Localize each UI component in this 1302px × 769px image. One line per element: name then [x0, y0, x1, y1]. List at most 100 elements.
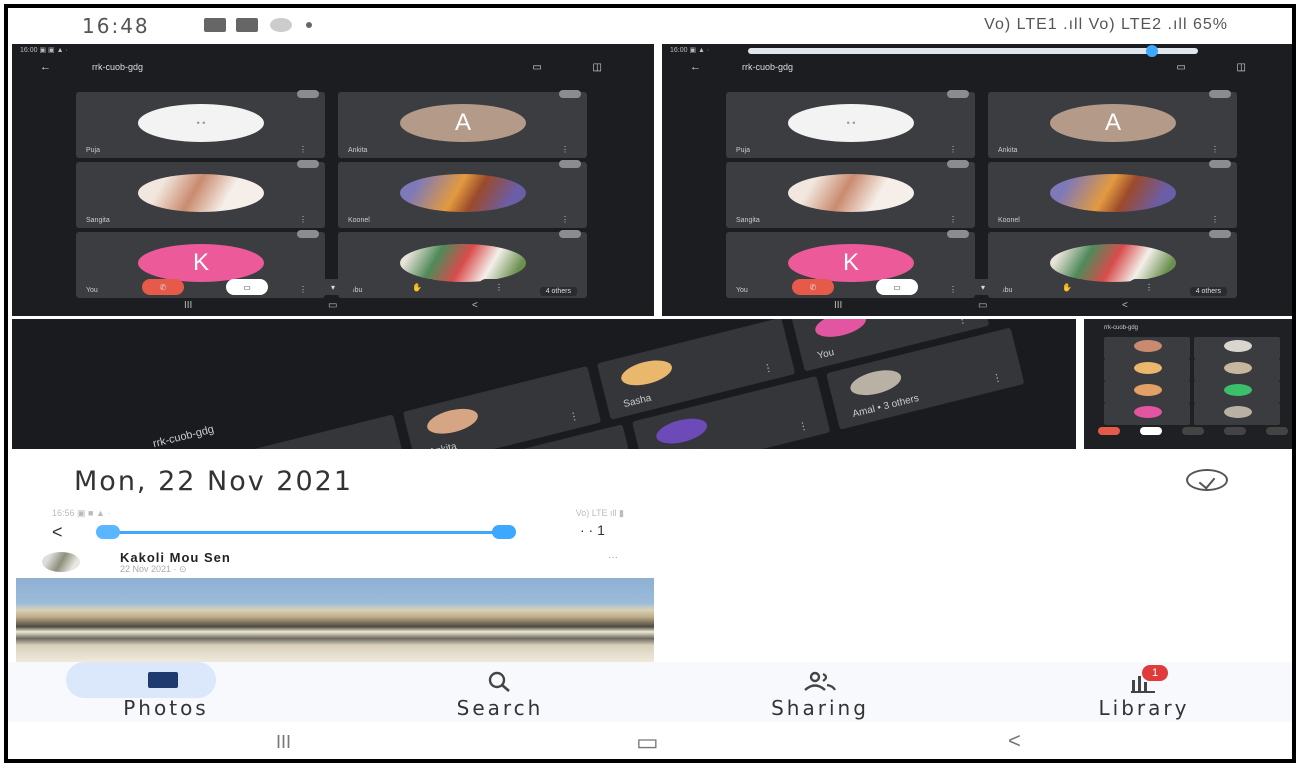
meeting-code: rrk-cuob-gdg	[92, 62, 144, 72]
meet-toolbar-icons[interactable]: ▭ ◫	[1176, 62, 1270, 73]
meet-toolbar-icons[interactable]: ▭ ◫	[532, 62, 626, 73]
mic-status-icon	[297, 230, 319, 238]
tile-menu-icon[interactable]: ⋮	[956, 319, 968, 327]
raise-hand-button[interactable]: ✋	[396, 279, 438, 295]
select-check-icon[interactable]	[1186, 469, 1228, 491]
end-call-button[interactable]: ✆	[142, 279, 184, 295]
raise-hand-button[interactable]: ✋	[1046, 279, 1088, 295]
more-options-icon: ···	[608, 552, 618, 563]
avatar	[138, 174, 264, 212]
participant-tile[interactable]: Puja⋮	[208, 414, 408, 449]
participant-tile[interactable]: • • Puja ⋮	[726, 90, 975, 158]
avatar	[653, 414, 710, 449]
avatar	[1050, 244, 1176, 282]
mic-status-icon	[297, 160, 319, 168]
seek-bar[interactable]	[748, 45, 1198, 57]
thumb-progress-track	[108, 531, 504, 534]
mic-status-icon	[1209, 90, 1231, 98]
tile-menu-icon[interactable]: ⋮	[762, 362, 774, 375]
meet-sys-nav: III ▭ <	[834, 300, 1128, 311]
meeting-code: rrk-cuob-gdg	[742, 62, 794, 72]
avatar	[400, 174, 526, 212]
mic-status-icon	[947, 160, 969, 168]
participant-tile[interactable]: • • Puja ⋮	[76, 90, 325, 158]
post-author: Kakoli Mou Sen	[120, 550, 231, 565]
recent-apps-button[interactable]: III	[276, 732, 291, 753]
notification-icon	[270, 18, 292, 32]
back-button[interactable]: <	[1008, 728, 1021, 754]
mic-button[interactable]: ▾	[312, 279, 354, 295]
tab-photos[interactable]: Photos	[66, 662, 266, 722]
tab-sharing-label: Sharing	[771, 696, 869, 720]
tile-menu-icon[interactable]: ⋮	[299, 145, 307, 154]
participant-name: Koonel	[998, 217, 1020, 224]
status-time: 16:48	[82, 14, 150, 38]
mini-participant-tile	[1104, 403, 1190, 425]
participant-name: Ankita	[428, 441, 458, 449]
thumb-progress-end	[492, 525, 516, 539]
mini-participant-tile	[1104, 359, 1190, 381]
more-button[interactable]: ⋮	[478, 279, 520, 295]
tile-menu-icon[interactable]: ⋮	[568, 411, 580, 424]
tile-menu-icon[interactable]: ⋮	[949, 145, 957, 154]
thumb-status-left: 16:56 ▣ ■ ▲ ·	[52, 508, 111, 518]
participant-name: Sasha	[622, 392, 653, 411]
meet-sys-nav: III ▭ <	[184, 300, 478, 311]
meet-screenshot-mini: rrk-cuob-gdg	[1084, 319, 1292, 449]
camera-button[interactable]: ▭	[876, 279, 918, 295]
participant-tile[interactable]: Sangita ⋮	[76, 160, 325, 228]
mic-status-icon	[1209, 230, 1231, 238]
avatar: • •	[788, 104, 914, 142]
participant-tile[interactable]: Sangita ⋮	[726, 160, 975, 228]
tile-menu-icon[interactable]: ⋮	[1211, 215, 1219, 224]
mic-status-icon	[559, 230, 581, 238]
mic-status-icon	[947, 90, 969, 98]
thumb-progress-start	[96, 525, 120, 539]
mini-participant-tile	[1104, 337, 1190, 359]
tab-search[interactable]: Search	[400, 662, 600, 722]
tile-menu-icon[interactable]: ⋮	[797, 420, 809, 433]
post-date: 22 Nov 2021 · ⊙	[120, 564, 187, 574]
back-arrow-icon[interactable]: ←	[690, 61, 701, 73]
more-button[interactable]: ⋮	[1128, 279, 1170, 295]
back-arrow-icon[interactable]: ←	[40, 61, 51, 73]
bottom-navigation: Photos Search Sharing Library	[8, 662, 1292, 722]
meet-controls: ✆ ▭ ▾ ✋ ⋮	[12, 279, 654, 297]
participant-tile[interactable]: A Ankita ⋮	[338, 90, 587, 158]
mic-status-icon	[559, 90, 581, 98]
avatar: A	[400, 104, 526, 142]
participant-tile[interactable]: A Ankita ⋮	[988, 90, 1237, 158]
gallery-icon	[204, 18, 226, 32]
mic-status-icon	[559, 160, 581, 168]
mic-button[interactable]: ▾	[962, 279, 1004, 295]
mic-status-icon	[1209, 160, 1231, 168]
thumb-status-right: Vo) LTE ıll ▮	[575, 508, 624, 518]
status-bar: 16:48 Vo) LTE1 .ıll Vo) LTE2 .ıll 65%	[8, 8, 1292, 44]
tile-menu-icon[interactable]: ⋮	[561, 145, 569, 154]
thumb-back-icon: <	[52, 522, 63, 542]
tile-menu-icon[interactable]: ⋮	[299, 215, 307, 224]
tile-menu-icon[interactable]: ⋮	[991, 372, 1003, 385]
avatar	[42, 552, 80, 572]
tile-menu-icon[interactable]: ⋮	[561, 215, 569, 224]
mic-status-icon	[947, 230, 969, 238]
search-icon	[488, 671, 510, 692]
avatar: K	[788, 244, 914, 282]
avatar	[812, 319, 869, 342]
avatar	[1050, 174, 1176, 212]
photo-thumbnail[interactable]: 16:56 ▣ ■ ▲ · Vo) LTE ıll ▮ < · · 1 Kako…	[16, 502, 654, 662]
camera-button[interactable]: ▭	[226, 279, 268, 295]
tile-menu-icon[interactable]: ⋮	[1211, 145, 1219, 154]
date-heading: Mon, 22 Nov 2021	[74, 466, 354, 497]
avatar	[400, 244, 526, 282]
participant-tile[interactable]: Koonel ⋮	[988, 160, 1237, 228]
meet-status-bar: 16:00 ▣ ▣ ▲ ·	[20, 47, 68, 54]
participant-tile[interactable]: Koonel ⋮	[338, 160, 587, 228]
home-button[interactable]: ▭	[636, 728, 659, 757]
library-badge: 1	[1142, 665, 1168, 681]
tile-menu-icon[interactable]: ⋮	[949, 215, 957, 224]
end-call-button[interactable]: ✆	[792, 279, 834, 295]
tab-sharing[interactable]: Sharing	[720, 662, 920, 722]
mini-participant-tile	[1194, 337, 1280, 359]
avatar	[788, 174, 914, 212]
